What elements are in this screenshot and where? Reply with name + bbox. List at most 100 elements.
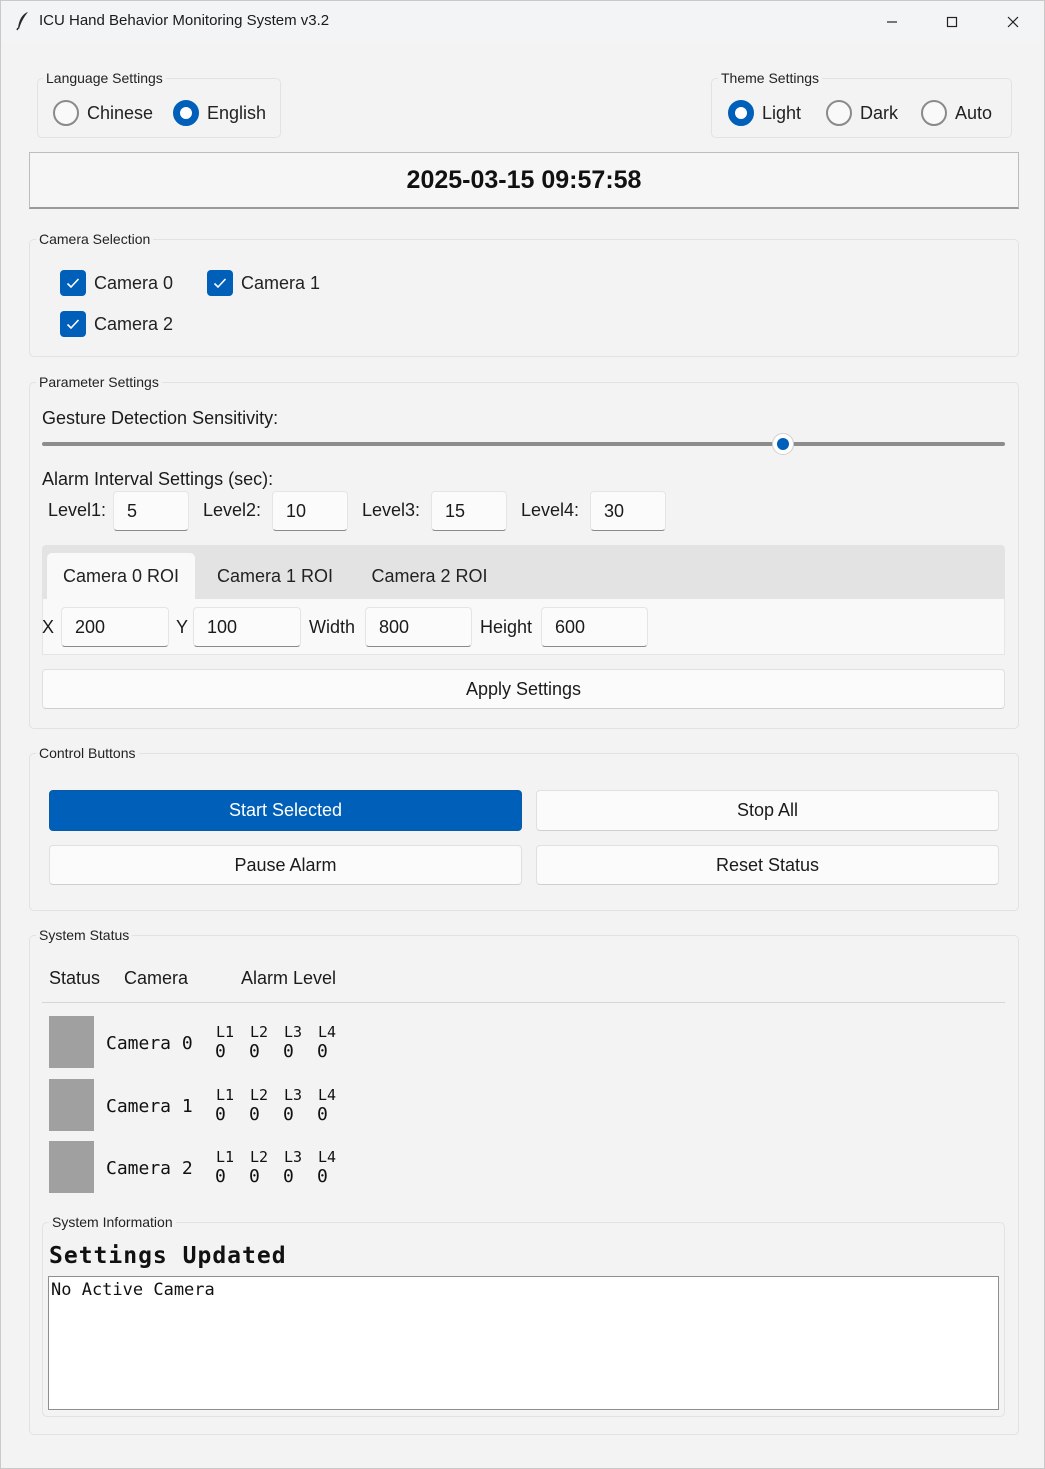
level-label-l2: L2 (250, 1023, 269, 1041)
minimize-icon (887, 20, 897, 23)
checkmark-icon (66, 278, 80, 289)
radio-indicator (826, 100, 852, 126)
checkbox-label: Camera 1 (241, 272, 321, 293)
checkbox-camera-1[interactable]: Camera 1 (207, 270, 320, 296)
roi-height-input[interactable]: 600 (541, 607, 648, 647)
maximize-icon (946, 16, 958, 27)
sensitivity-slider-track[interactable] (42, 442, 1005, 446)
minimize-button[interactable] (862, 1, 922, 42)
roi-height-label: Height (480, 617, 533, 637)
camera-selection-group (29, 239, 1019, 357)
level-label-l4: L4 (318, 1023, 337, 1041)
roi-tab-bar: Camera 0 ROI Camera 1 ROI Camera 2 ROI (42, 545, 1005, 599)
radio-light[interactable]: Light (728, 100, 801, 126)
apply-settings-button[interactable]: Apply Settings (42, 669, 1005, 709)
level-value: 0 (249, 1041, 260, 1062)
camera-selection-title: Camera Selection (36, 231, 154, 247)
level-label-l4: L4 (318, 1086, 337, 1104)
radio-label: Chinese (87, 102, 154, 123)
reset-status-button[interactable]: Reset Status (536, 845, 999, 885)
language-settings-title: Language Settings (43, 70, 166, 86)
checkbox-checked (60, 270, 86, 296)
stop-all-button[interactable]: Stop All (536, 790, 999, 831)
level-label-l4: L4 (318, 1148, 337, 1166)
level4-input[interactable]: 30 (590, 491, 666, 531)
radio-chinese[interactable]: Chinese (53, 100, 153, 126)
level2-label: Level2: (203, 500, 262, 520)
start-selected-button[interactable]: Start Selected (49, 790, 522, 831)
close-button[interactable] (983, 1, 1043, 42)
pause-alarm-button[interactable]: Pause Alarm (49, 845, 522, 885)
checkbox-camera-0[interactable]: Camera 0 (60, 270, 173, 296)
level-value: 0 (283, 1104, 294, 1125)
radio-indicator (921, 100, 947, 126)
sensitivity-label: Gesture Detection Sensitivity: (42, 408, 279, 428)
roi-width-label: Width (309, 617, 356, 637)
radio-label: Auto (955, 102, 993, 123)
parameter-settings-title: Parameter Settings (36, 374, 162, 390)
radio-auto[interactable]: Auto (921, 100, 992, 126)
level4-label: Level4: (521, 500, 580, 520)
alarm-level-column-header: Alarm Level (241, 968, 337, 988)
roi-width-input[interactable]: 800 (365, 607, 472, 647)
radio-label: Dark (860, 102, 899, 123)
level-value: 0 (317, 1041, 328, 1062)
checkbox-camera-2[interactable]: Camera 2 (60, 311, 173, 337)
app-window: ICU Hand Behavior Monitoring System v3.2… (0, 0, 1045, 1469)
level-value: 0 (215, 1041, 226, 1062)
radio-indicator (53, 100, 79, 126)
level3-input[interactable]: 15 (431, 491, 507, 531)
alarm-interval-label: Alarm Interval Settings (sec): (42, 469, 274, 489)
roi-y-label: Y (176, 617, 189, 637)
camera-column-header: Camera (124, 968, 189, 988)
control-buttons-title: Control Buttons (36, 745, 139, 761)
tab-camera-1-roi[interactable]: Camera 1 ROI (205, 553, 345, 599)
maximize-button[interactable] (922, 1, 982, 42)
level-value: 0 (249, 1104, 260, 1125)
checkbox-checked (207, 270, 233, 296)
checkmark-icon (213, 278, 227, 289)
level-label-l3: L3 (284, 1086, 303, 1104)
sensitivity-slider-thumb[interactable] (771, 433, 794, 455)
radio-indicator-selected (728, 100, 754, 126)
close-icon (1007, 16, 1019, 27)
status-indicator-camera-0 (49, 1016, 94, 1068)
roi-y-input[interactable]: 100 (193, 607, 301, 647)
info-headline: Settings Updated (49, 1243, 287, 1269)
roi-x-input[interactable]: 200 (61, 607, 169, 647)
roi-x-label: X (42, 617, 55, 637)
camera-name: Camera 2 (106, 1158, 193, 1179)
radio-dark[interactable]: Dark (826, 100, 898, 126)
radio-label: English (207, 102, 267, 123)
level-label-l2: L2 (250, 1086, 269, 1104)
level-value: 0 (317, 1166, 328, 1187)
radio-indicator-selected (173, 100, 199, 126)
control-buttons-group (29, 753, 1019, 911)
level1-input[interactable]: 5 (113, 491, 189, 531)
level-value: 0 (317, 1104, 328, 1125)
status-column-header: Status (49, 968, 101, 988)
tab-camera-2-roi[interactable]: Camera 2 ROI (357, 553, 502, 599)
camera-name: Camera 1 (106, 1096, 193, 1117)
level2-input[interactable]: 10 (272, 491, 348, 531)
system-status-title: System Status (36, 927, 133, 943)
tab-camera-0-roi[interactable]: Camera 0 ROI (47, 553, 195, 599)
checkbox-label: Camera 2 (94, 313, 174, 334)
radio-english[interactable]: English (173, 100, 266, 126)
status-indicator-camera-1 (49, 1079, 94, 1131)
radio-label: Light (762, 102, 802, 123)
datetime-display: 2025-03-15 09:57:58 (29, 152, 1019, 209)
checkbox-label: Camera 0 (94, 272, 174, 293)
title-bar[interactable]: ICU Hand Behavior Monitoring System v3.2 (1, 1, 1044, 42)
level-label-l2: L2 (250, 1148, 269, 1166)
level-value: 0 (283, 1166, 294, 1187)
level-label-l1: L1 (216, 1023, 235, 1041)
system-information-title: System Information (49, 1214, 176, 1230)
camera-name: Camera 0 (106, 1033, 193, 1054)
level-label-l3: L3 (284, 1023, 303, 1041)
level-value: 0 (249, 1166, 260, 1187)
level-label-l1: L1 (216, 1086, 235, 1104)
header-divider (42, 1002, 1005, 1003)
info-message-box[interactable]: No Active Camera (48, 1276, 999, 1410)
level-value: 0 (215, 1166, 226, 1187)
